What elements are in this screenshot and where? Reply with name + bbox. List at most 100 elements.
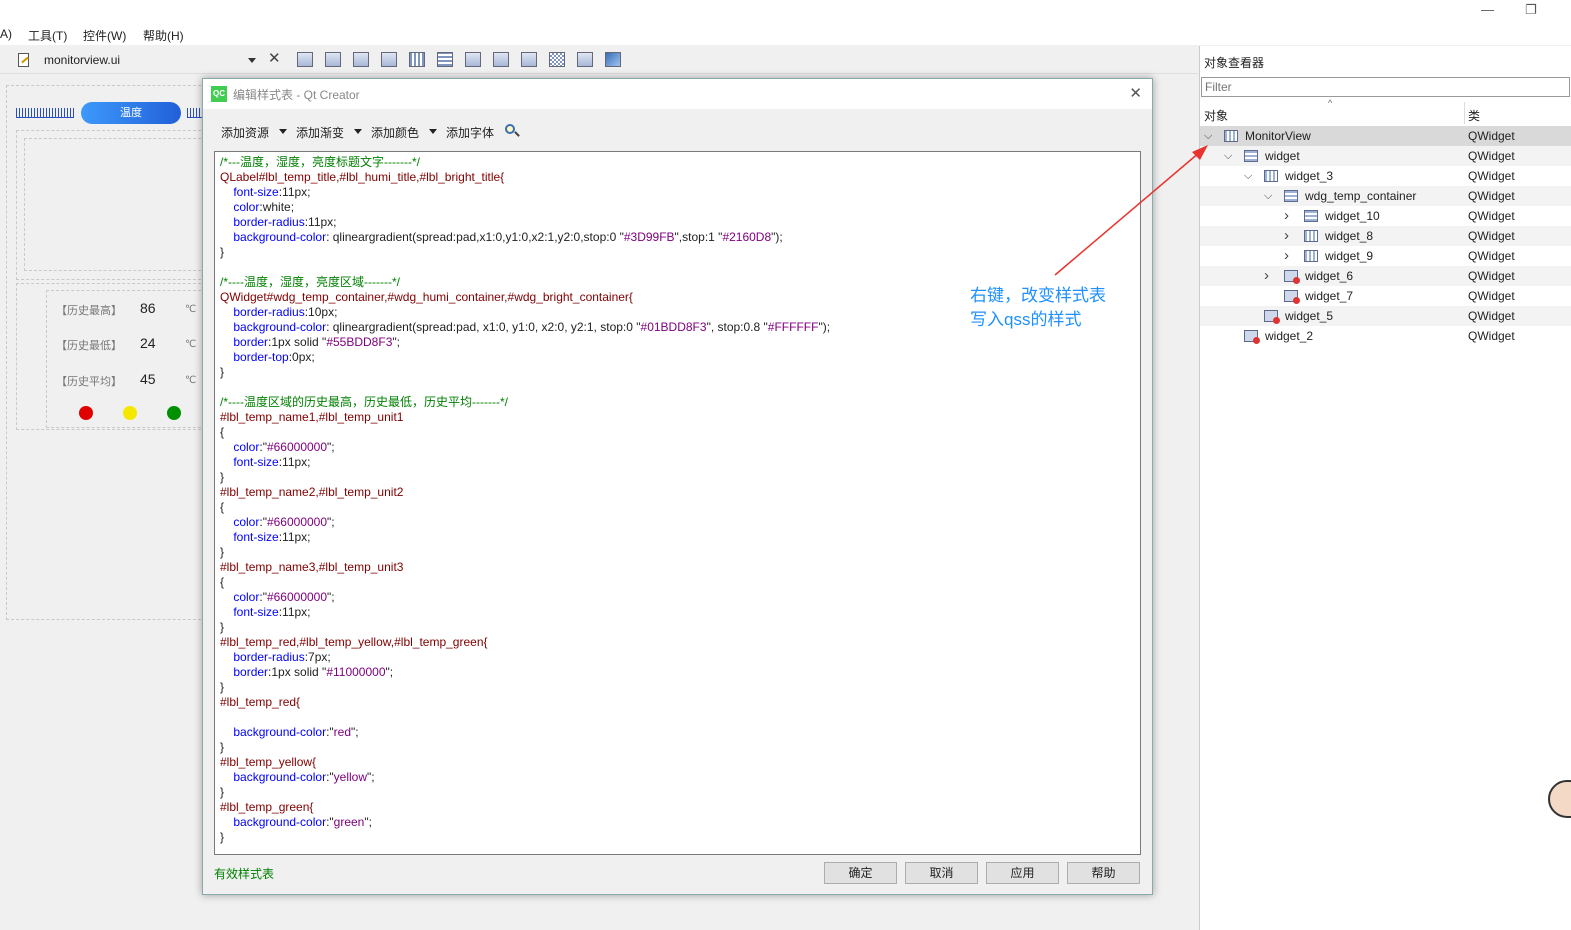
close-document-icon[interactable]: ✕	[268, 49, 281, 67]
collapse-icon[interactable]: ⌵	[1244, 166, 1252, 186]
tree-row-widget-5[interactable]: widget_5 QWidget	[1200, 306, 1571, 326]
editor-line: {	[220, 575, 1135, 590]
editor-token: :11px;	[278, 185, 311, 199]
editor-line: }	[220, 620, 1135, 635]
editor-token: : qlineargradient(spread:pad,x1:0,y1:0,x…	[326, 230, 624, 244]
editor-token: #FFFFFF	[767, 320, 819, 334]
editor-token: :10px;	[304, 305, 338, 319]
restore-button[interactable]: ❐	[1525, 2, 1537, 18]
font-search-icon[interactable]	[505, 124, 520, 138]
layout-horizontal-icon[interactable]	[409, 52, 425, 67]
apply-button[interactable]: 应用	[986, 862, 1059, 884]
editor-line: }	[220, 680, 1135, 695]
layout-form-icon[interactable]	[521, 52, 537, 67]
expand-icon[interactable]: ›	[1284, 206, 1289, 226]
editor-token: ";	[367, 770, 375, 784]
editor-token: :"	[326, 725, 334, 739]
filter-input[interactable]	[1201, 77, 1570, 97]
minimize-button[interactable]: —	[1481, 2, 1494, 17]
editor-token: border-top	[233, 350, 289, 364]
object-name: wdg_temp_container	[1305, 189, 1417, 203]
editor-line: #lbl_temp_red{	[220, 695, 1135, 710]
ok-button[interactable]: 确定	[824, 862, 897, 884]
history-max-value: 86	[140, 300, 156, 316]
history-max-label: 【历史最高】	[56, 305, 122, 317]
tree-row-wdg-temp-container[interactable]: ⌵ wdg_temp_container QWidget	[1200, 186, 1571, 206]
stylesheet-editor[interactable]: /*---温度，湿度，亮度标题文字-------*/QLabel#lbl_tem…	[214, 151, 1141, 855]
editor-line: #lbl_temp_name1,#lbl_temp_unit1	[220, 410, 1135, 425]
add-gradient-button[interactable]: 添加渐变	[296, 124, 344, 141]
add-font-button[interactable]: 添加字体	[446, 124, 494, 141]
collapse-icon[interactable]: ⌵	[1264, 186, 1272, 206]
editor-line: QLabel#lbl_temp_title,#lbl_humi_title,#l…	[220, 170, 1135, 185]
inner-area-outline	[24, 138, 206, 271]
help-button[interactable]: 帮助	[1067, 862, 1140, 884]
editor-token: color	[233, 440, 260, 454]
indicator-green[interactable]	[167, 406, 181, 420]
menu-item-help[interactable]: 帮助(H)	[143, 27, 184, 44]
column-header-object[interactable]: 对象	[1204, 107, 1228, 124]
indicator-red[interactable]	[79, 406, 93, 420]
layout-vertical-icon[interactable]	[437, 52, 453, 67]
expand-icon[interactable]: ›	[1284, 246, 1289, 266]
tree-row-widget-9[interactable]: › widget_9 QWidget	[1200, 246, 1571, 266]
cancel-button[interactable]: 取消	[905, 862, 978, 884]
editor-token: :11px;	[278, 455, 311, 469]
editor-token: /*----温度区域的历史最高，历史最低，历史平均-------*/	[220, 395, 508, 409]
editor-token: }	[220, 365, 225, 379]
menu-item-tools[interactable]: 工具(T)	[28, 27, 67, 44]
editor-token	[220, 305, 233, 319]
add-gradient-dropdown-icon[interactable]	[354, 129, 362, 134]
layout-grid-icon[interactable]	[549, 52, 565, 67]
editor-token: }	[220, 470, 225, 484]
object-class: QWidget	[1468, 329, 1515, 343]
menu-item-widgets[interactable]: 控件(W)	[83, 27, 126, 44]
tree-row-monitorview[interactable]: ⌵ MonitorView QWidget	[1200, 126, 1571, 146]
dialog-title-bar[interactable]: QC 编辑样式表 - Qt Creator ✕	[203, 79, 1152, 109]
assistant-avatar[interactable]	[1548, 780, 1571, 818]
edit-widgets-icon[interactable]	[297, 52, 313, 67]
editor-token	[220, 515, 233, 529]
edit-buddies-icon[interactable]	[353, 52, 369, 67]
layout-splitter-h-icon[interactable]	[465, 52, 481, 67]
column-header-class[interactable]: 类	[1468, 107, 1480, 124]
history-avg-label: 【历史平均】	[56, 376, 122, 388]
object-class: QWidget	[1468, 229, 1515, 243]
layout-splitter-v-icon[interactable]	[493, 52, 509, 67]
editor-token: ";	[385, 665, 394, 679]
tree-row-widget-10[interactable]: › widget_10 QWidget	[1200, 206, 1571, 226]
editor-token: background-color	[233, 320, 327, 334]
edit-tab-order-icon[interactable]	[381, 52, 397, 67]
temp-title-label[interactable]: 温度	[81, 102, 181, 124]
menu-item-a[interactable]: A)	[0, 27, 12, 41]
add-color-button[interactable]: 添加颜色	[371, 124, 419, 141]
expand-icon[interactable]: ›	[1264, 266, 1269, 286]
tree-row-widget-7[interactable]: widget_7 QWidget	[1200, 286, 1571, 306]
editor-token: font-size	[233, 605, 279, 619]
adjust-size-icon[interactable]	[605, 52, 621, 67]
edit-signals-icon[interactable]	[325, 52, 341, 67]
tree-row-widget-8[interactable]: › widget_8 QWidget	[1200, 226, 1571, 246]
tree-row-widget-2[interactable]: widget_2 QWidget	[1200, 326, 1571, 346]
tree-row-widget-6[interactable]: › widget_6 QWidget	[1200, 266, 1571, 286]
editor-token: QWidget#wdg_temp_container,#wdg_humi_con…	[220, 290, 633, 304]
editor-token: font-size	[233, 455, 279, 469]
editor-token	[220, 215, 233, 229]
collapse-icon[interactable]: ⌵	[1224, 146, 1232, 166]
open-file-combo[interactable]: monitorview.ui	[18, 50, 260, 70]
expand-icon[interactable]: ›	[1284, 226, 1289, 246]
add-color-dropdown-icon[interactable]	[429, 129, 437, 134]
add-resource-button[interactable]: 添加资源	[221, 124, 269, 141]
add-resource-dropdown-icon[interactable]	[279, 129, 287, 134]
indicator-yellow[interactable]	[123, 406, 137, 420]
editor-token	[220, 230, 233, 244]
editor-token: :1px solid "	[268, 665, 327, 679]
object-class: QWidget	[1468, 289, 1515, 303]
tree-row-widget[interactable]: ⌵ widget QWidget	[1200, 146, 1571, 166]
break-layout-icon[interactable]	[577, 52, 593, 67]
tree-row-widget-3[interactable]: ⌵ widget_3 QWidget	[1200, 166, 1571, 186]
close-icon[interactable]: ✕	[1129, 84, 1142, 102]
sort-indicator-icon: ^	[1328, 98, 1333, 108]
editor-token	[220, 200, 233, 214]
